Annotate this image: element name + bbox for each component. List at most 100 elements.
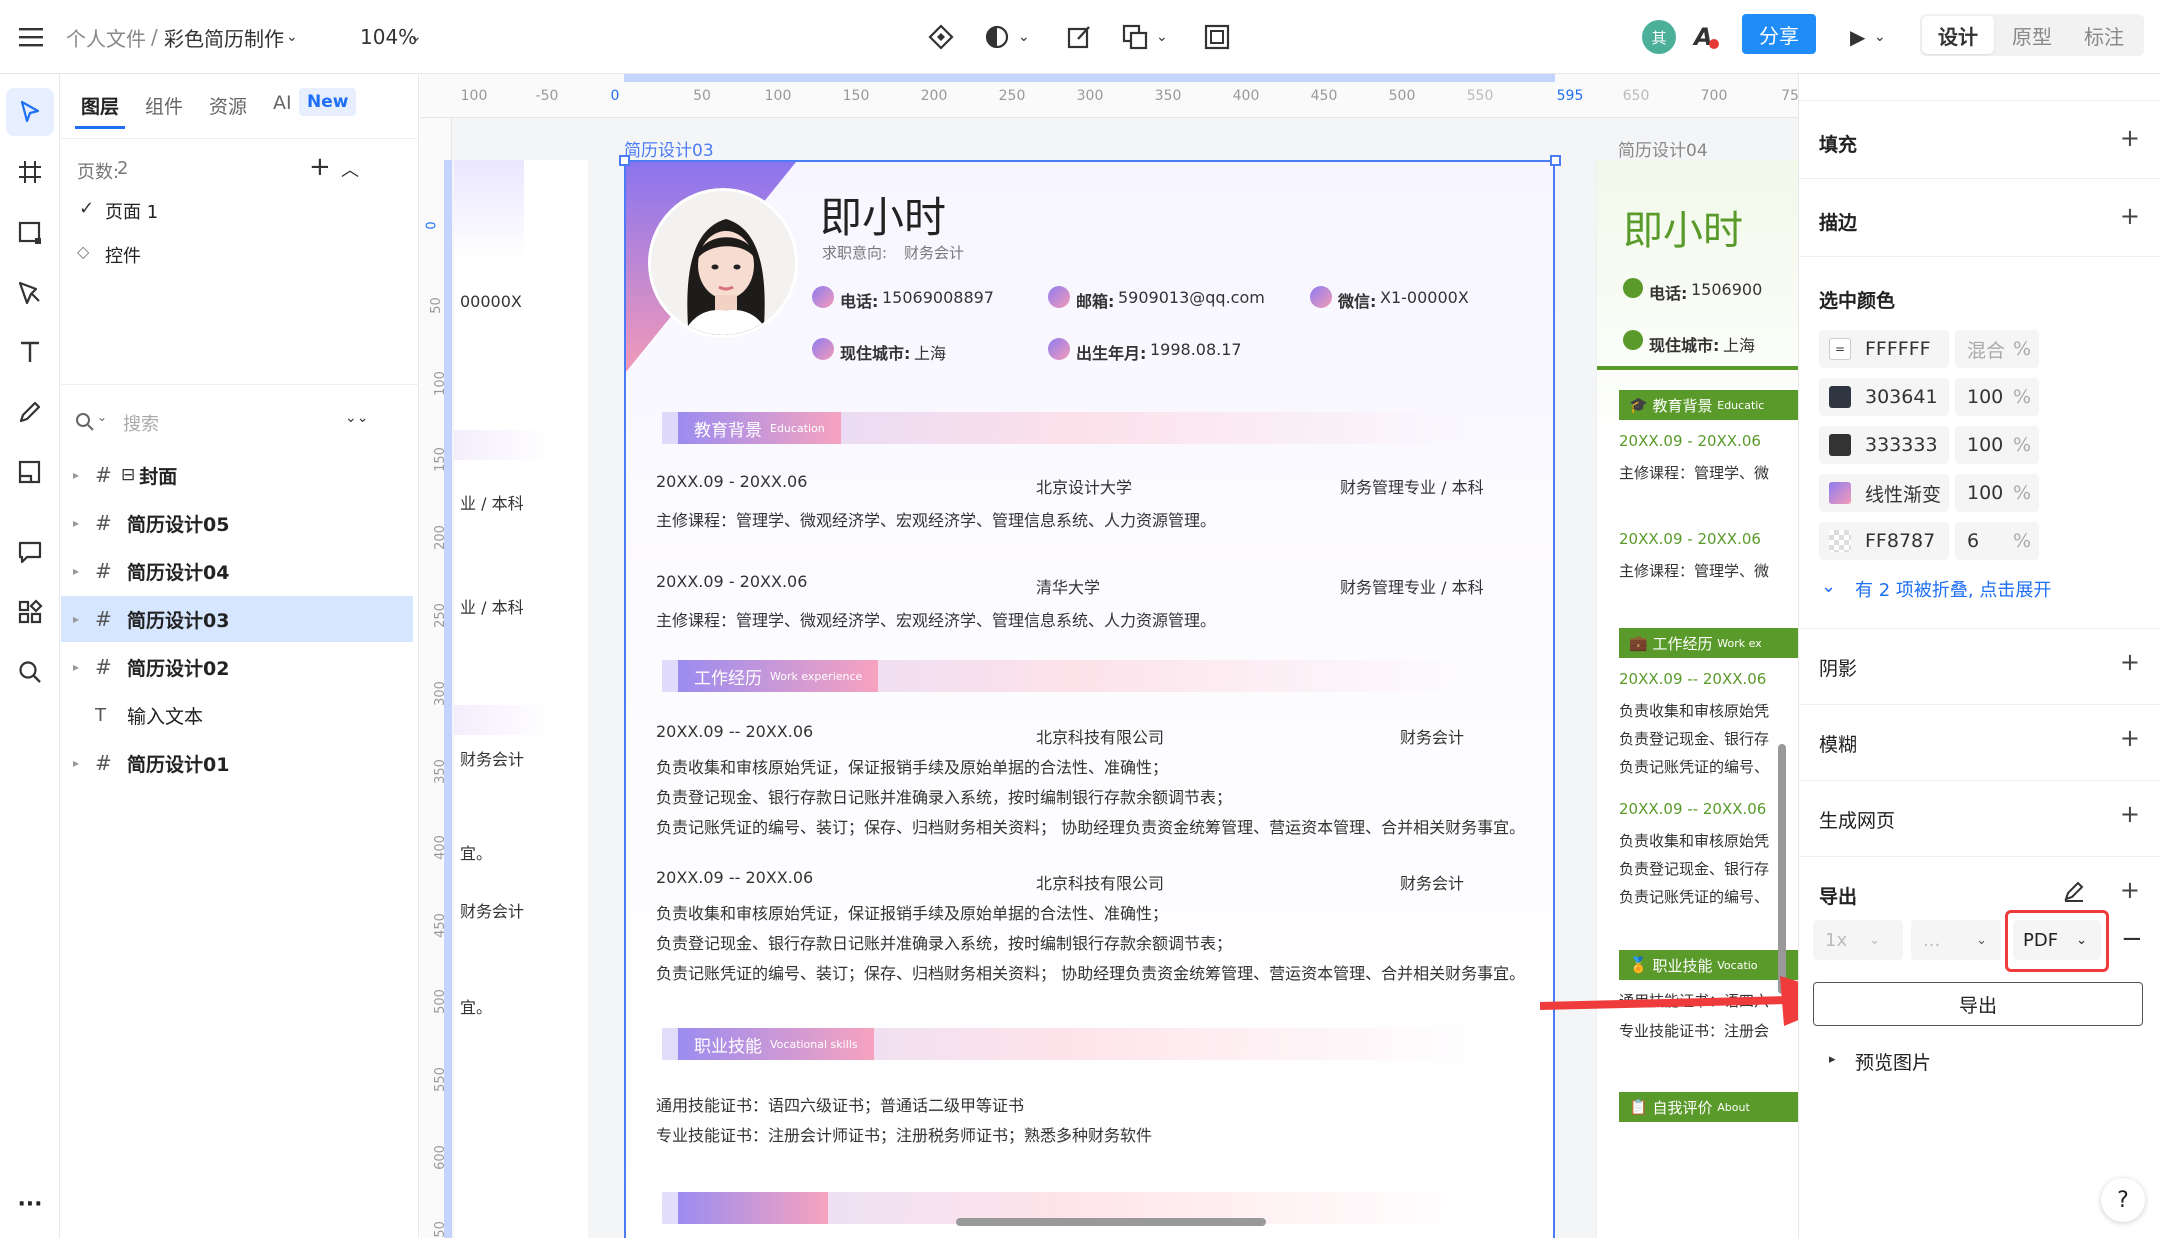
preview-image-toggle[interactable]: 预览图片 — [1855, 1048, 1931, 1075]
edit-export-icon[interactable] — [1066, 0, 1092, 74]
frame-icon: # — [95, 655, 112, 679]
shadow-section: 阴影 — [1819, 658, 1858, 680]
phone-icon — [1623, 278, 1643, 298]
artboard-label[interactable]: 简历设计03 — [624, 136, 714, 161]
location-icon — [1623, 330, 1643, 350]
text-tool-icon[interactable] — [6, 328, 54, 376]
profile-photo — [648, 188, 798, 338]
chevron-down-icon[interactable]: ⌄ — [1156, 0, 1168, 74]
layer-row[interactable]: ▸T输入文本 — [61, 692, 413, 738]
export-button[interactable]: 导出 — [1813, 982, 2143, 1026]
caret-right-icon[interactable]: ▸ — [1829, 1052, 1836, 1067]
export-scale-select[interactable]: 1x ⌄ — [1813, 920, 1903, 960]
canvas[interactable]: 100 -50 0 50 100 150 200 250 300 350 400… — [420, 74, 1798, 1238]
add-page-icon[interactable]: + — [309, 152, 331, 182]
component-icon[interactable] — [928, 0, 954, 74]
artboard-label[interactable]: 简历设计04 — [1618, 136, 1708, 161]
export-suffix-select[interactable]: ... ⌄ — [1911, 920, 2001, 960]
share-button[interactable]: 分享 — [1742, 14, 1816, 54]
tab-ai[interactable]: AI — [273, 92, 292, 114]
chevron-down-icon[interactable]: ⌄ — [97, 410, 107, 424]
add-web-icon[interactable]: + — [2120, 800, 2140, 828]
text-layer-icon: T — [95, 704, 106, 726]
new-badge: New — [299, 88, 357, 116]
rectangle-tool-icon[interactable] — [6, 208, 54, 256]
layer-row[interactable]: ▸ # 简历设计05 — [61, 500, 413, 546]
more-icon[interactable]: ··· — [6, 1180, 54, 1228]
search-icon[interactable] — [6, 648, 54, 696]
frame-icon: # — [95, 607, 112, 631]
expand-collapsed-link[interactable]: 有 2 项被折叠, 点击展开 — [1855, 576, 2051, 602]
blur-section: 模糊 — [1819, 734, 1858, 756]
frame-icon: # — [95, 559, 112, 583]
mask-icon[interactable] — [984, 0, 1010, 74]
tab-layers[interactable]: 图层 — [81, 92, 119, 119]
add-fill-icon[interactable]: + — [2120, 124, 2140, 152]
comment-tool-icon[interactable] — [6, 528, 54, 576]
collapse-all-icon[interactable]: ⌄⌄ — [345, 410, 368, 426]
layer-row[interactable]: ▸ # 简历设计02 — [61, 644, 413, 690]
layer-row-selected[interactable]: ▸ # 简历设计03 — [61, 596, 413, 642]
layer-row[interactable]: ▸ # 简历设计01 — [61, 740, 413, 786]
chevron-down-icon[interactable]: ⌄ — [410, 0, 422, 74]
boolean-icon[interactable] — [1122, 0, 1148, 74]
frame-icon[interactable] — [1204, 0, 1230, 74]
tab-design[interactable]: 设计 — [1922, 16, 1994, 54]
menu-icon[interactable] — [18, 0, 44, 74]
layer-search-input[interactable]: 搜索 — [123, 410, 159, 436]
page-item[interactable]: 页面 1 — [105, 198, 158, 224]
plugins-icon[interactable] — [6, 588, 54, 636]
pen-tool-icon[interactable] — [6, 268, 54, 316]
tab-prototype[interactable]: 原型 — [1996, 16, 2068, 54]
page-item[interactable]: 控件 — [105, 242, 141, 268]
play-icon[interactable]: ▶ — [1850, 0, 1865, 74]
resize-handle[interactable] — [619, 155, 630, 166]
resize-handle[interactable] — [1550, 155, 1561, 166]
search-icon — [75, 412, 95, 436]
horizontal-scrollbar[interactable] — [956, 1218, 1266, 1226]
city-value: 上海 — [914, 344, 947, 363]
neighbor-artboard-left[interactable]: 00000X 业 / 本科 业 / 本科 财务会计 宜。 财务会计 宜。 — [454, 160, 588, 1238]
breadcrumb-root[interactable]: 个人文件 — [66, 0, 146, 74]
edit-icon[interactable] — [2063, 880, 2085, 906]
email-value: 5909013@qq.com — [1118, 288, 1265, 307]
avatar[interactable]: 其 — [1642, 0, 1676, 74]
wechat-icon — [1310, 286, 1332, 308]
add-shadow-icon[interactable]: + — [2120, 648, 2140, 676]
resume-name: 即小时 — [820, 193, 947, 242]
slice-tool-icon[interactable] — [6, 448, 54, 496]
remove-export-icon[interactable]: − — [2121, 924, 2143, 954]
frame-tool-icon[interactable] — [6, 148, 54, 196]
pencil-tool-icon[interactable] — [6, 388, 54, 436]
help-button[interactable]: ? — [2101, 1178, 2145, 1222]
add-blur-icon[interactable]: + — [2120, 724, 2140, 752]
add-export-icon[interactable]: + — [2120, 876, 2140, 904]
zoom-level[interactable]: 104% — [360, 0, 417, 74]
vertical-scrollbar[interactable] — [1778, 744, 1786, 994]
file-name[interactable]: 彩色简历制作 — [164, 0, 284, 74]
tab-assets[interactable]: 资源 — [209, 92, 247, 119]
frame-icon: # — [95, 463, 112, 487]
font-missing-icon[interactable]: A — [1694, 0, 1719, 74]
phone-value: 15069008897 — [882, 288, 994, 307]
breadcrumb-separator: / — [151, 25, 158, 49]
resume-artboard[interactable]: 即小时 求职意向: 财务会计 电话: 15069008897 邮箱: 59090… — [624, 160, 1555, 1238]
frame-icon: # — [95, 751, 112, 775]
frame-icon: # — [95, 511, 112, 535]
section-education: 教育背景 Education — [678, 412, 841, 444]
tab-annotation[interactable]: 标注 — [2068, 16, 2140, 54]
ruler-top: 100 -50 0 50 100 150 200 250 300 350 400… — [420, 74, 1798, 118]
tab-components[interactable]: 组件 — [145, 92, 183, 119]
layer-row[interactable]: ▸ # ⊟ 封面 — [61, 452, 413, 498]
move-tool-icon[interactable] — [6, 88, 54, 136]
chevron-down-icon[interactable]: ⌄ — [1874, 0, 1886, 74]
neighbor-artboard-right[interactable]: 即小时 电话: 1506900 现住城市: 上海 🎓 教育背景 Educatic… — [1596, 160, 1798, 1238]
layer-row[interactable]: ▸ # 简历设计04 — [61, 548, 413, 594]
chevron-down-icon[interactable]: ⌄ — [1018, 0, 1030, 74]
export-format-select[interactable]: PDF ⌄ — [2013, 920, 2101, 960]
collapse-pages-icon[interactable]: ︿ — [341, 156, 359, 182]
chevron-down-icon[interactable]: ⌄ — [286, 0, 298, 74]
expand-icon[interactable]: ⌄ — [1821, 576, 1836, 597]
add-stroke-icon[interactable]: + — [2120, 202, 2140, 230]
section-education-green: 🎓 教育背景 Educatic — [1619, 390, 1798, 420]
